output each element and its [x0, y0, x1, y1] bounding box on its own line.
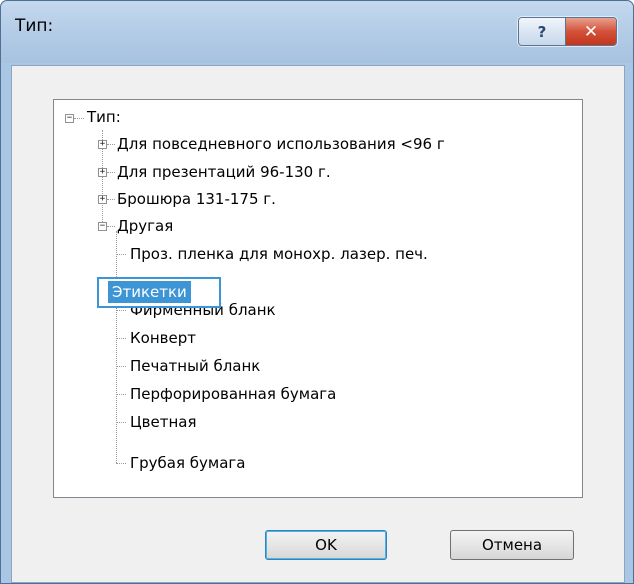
caption-buttons: ? ✕: [518, 17, 617, 46]
expand-icon[interactable]: +: [98, 140, 107, 149]
tree-line: [74, 118, 84, 119]
tree-line: [107, 172, 115, 173]
tree-item-presentation[interactable]: Для презентаций 96-130 г.: [117, 162, 331, 182]
tree-item-envelope[interactable]: Конверт: [130, 328, 196, 348]
dialog-window: Тип: ? ✕ − Тип: + Для повседневного испо…: [0, 0, 634, 584]
tree-line: [116, 254, 126, 255]
tree-item-prepunched[interactable]: Перфорированная бумага: [130, 384, 336, 404]
cancel-button[interactable]: Отмена: [450, 530, 574, 560]
tree-item-transparency[interactable]: Проз. пленка для монохр. лазер. печ.: [130, 244, 428, 264]
ok-button[interactable]: OK: [265, 530, 387, 560]
tree-item-colored[interactable]: Цветная: [130, 412, 196, 432]
tree-line: [116, 366, 126, 367]
title-bar[interactable]: Тип: ? ✕: [1, 1, 633, 63]
tree-line: [116, 310, 126, 311]
tree-line: [116, 422, 126, 423]
close-icon: ✕: [583, 21, 599, 42]
tree-item-other[interactable]: Другая: [117, 216, 173, 236]
tree-item-brochure[interactable]: Брошюра 131-175 г.: [117, 189, 276, 209]
expand-icon[interactable]: +: [98, 195, 107, 204]
help-button[interactable]: ?: [519, 18, 566, 45]
window-title: Тип:: [15, 16, 54, 36]
tree-line: [107, 199, 115, 200]
tree-item-labels-selected[interactable]: Этикетки: [108, 281, 191, 303]
dialog-client-area: − Тип: + Для повседневного использования…: [11, 65, 625, 583]
collapse-icon[interactable]: −: [65, 114, 74, 123]
tree-line: [116, 463, 126, 464]
tree-line: [116, 231, 117, 463]
tree-line: [116, 394, 126, 395]
tree-line: [107, 144, 115, 145]
close-button[interactable]: ✕: [566, 18, 616, 45]
expand-icon[interactable]: +: [98, 168, 107, 177]
tree-item-everyday[interactable]: Для повседневного использования <96 г: [117, 134, 445, 154]
help-icon: ?: [537, 22, 547, 41]
tree-line: [107, 226, 115, 227]
tree-line: [116, 338, 126, 339]
tree-root-label[interactable]: Тип:: [87, 107, 121, 127]
tree-item-preprinted[interactable]: Печатный бланк: [130, 356, 260, 376]
collapse-icon[interactable]: −: [98, 222, 107, 231]
tree-item-rough[interactable]: Грубая бумага: [130, 453, 246, 473]
